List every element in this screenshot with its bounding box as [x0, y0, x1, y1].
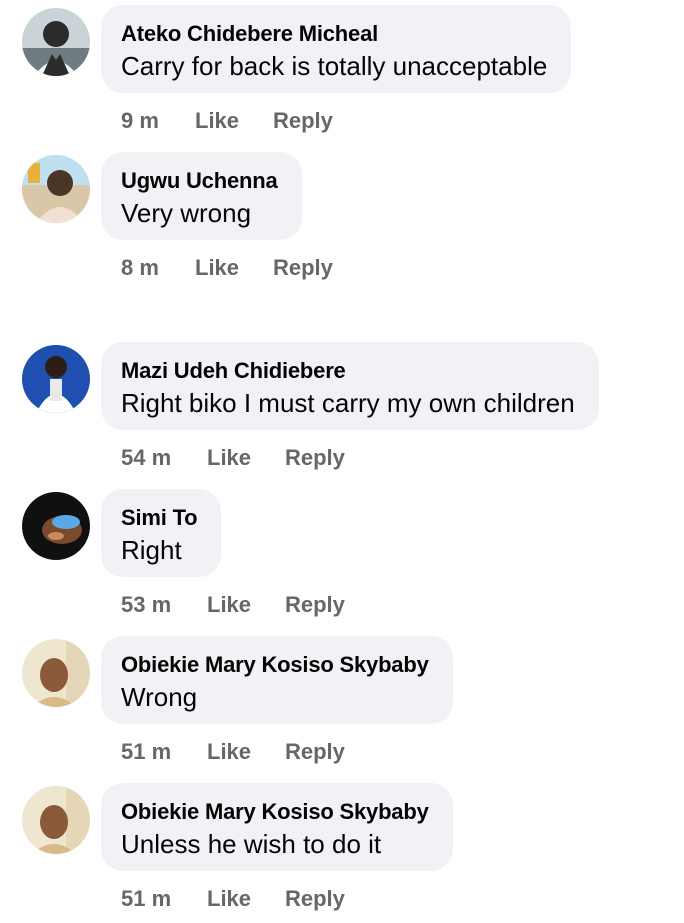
comment-time[interactable]: 54 m [121, 445, 207, 471]
comment-time[interactable]: 53 m [121, 592, 207, 618]
reply-button[interactable]: Reply [285, 739, 345, 765]
comment-text: Right biko I must carry my own children [121, 388, 575, 418]
comment-text: Very wrong [121, 198, 252, 228]
comment: Ateko Chidebere Micheal Carry for back i… [0, 5, 684, 145]
avatar-image-icon [22, 8, 90, 76]
comment-actions: 51 m Like Reply [121, 736, 345, 768]
comment-author[interactable]: Mazi Udeh Chidiebere [121, 358, 575, 384]
comment: Obiekie Mary Kosiso Skybaby Unless he wi… [0, 783, 684, 923]
comment-actions: 8 m Like Reply [121, 252, 333, 284]
comment-bubble: Simi To Right [101, 489, 222, 577]
comment-bubble: Obiekie Mary Kosiso Skybaby Unless he wi… [101, 783, 453, 871]
comment-actions: 51 m Like Reply [121, 883, 345, 915]
comment: Ugwu Uchenna Very wrong 8 m Like Reply [0, 152, 684, 292]
comment-actions: 9 m Like Reply [121, 105, 333, 137]
reply-button[interactable]: Reply [273, 108, 333, 134]
comment-time[interactable]: 51 m [121, 886, 207, 912]
comment-actions: 54 m Like Reply [121, 442, 345, 474]
like-button[interactable]: Like [207, 445, 285, 471]
avatar-image-icon [22, 639, 90, 707]
like-button[interactable]: Like [207, 592, 285, 618]
like-button[interactable]: Like [207, 739, 285, 765]
comment-author[interactable]: Obiekie Mary Kosiso Skybaby [121, 799, 429, 825]
comment-bubble: Ugwu Uchenna Very wrong [101, 152, 302, 240]
reply-button[interactable]: Reply [285, 592, 345, 618]
comment-text: Carry for back is totally unacceptable [121, 51, 548, 81]
avatar[interactable] [22, 8, 90, 76]
avatar[interactable] [22, 345, 90, 413]
comment: Obiekie Mary Kosiso Skybaby Wrong 51 m L… [0, 636, 684, 776]
comment-bubble: Obiekie Mary Kosiso Skybaby Wrong [101, 636, 453, 724]
comment-author[interactable]: Ugwu Uchenna [121, 168, 278, 194]
reply-button[interactable]: Reply [285, 445, 345, 471]
avatar[interactable] [22, 786, 90, 854]
comment-time[interactable]: 8 m [121, 255, 195, 281]
avatar[interactable] [22, 155, 90, 223]
comment-author[interactable]: Obiekie Mary Kosiso Skybaby [121, 652, 429, 678]
avatar[interactable] [22, 492, 90, 560]
reply-button[interactable]: Reply [285, 886, 345, 912]
comment: Simi To Right 53 m Like Reply [0, 489, 684, 629]
like-button[interactable]: Like [195, 255, 273, 281]
comment-text: Right [121, 535, 182, 565]
avatar-image-icon [22, 492, 90, 560]
comment-text: Wrong [121, 682, 198, 712]
comment-author[interactable]: Ateko Chidebere Micheal [121, 21, 547, 47]
comment-text: Unless he wish to do it [121, 829, 382, 859]
avatar[interactable] [22, 639, 90, 707]
comment-bubble: Mazi Udeh Chidiebere Right biko I must c… [101, 342, 599, 430]
comment-author[interactable]: Simi To [121, 505, 198, 531]
like-button[interactable]: Like [207, 886, 285, 912]
comment-time[interactable]: 51 m [121, 739, 207, 765]
comment: Mazi Udeh Chidiebere Right biko I must c… [0, 342, 684, 482]
avatar-image-icon [22, 345, 90, 413]
comment-actions: 53 m Like Reply [121, 589, 345, 621]
avatar-image-icon [22, 155, 90, 223]
like-button[interactable]: Like [195, 108, 273, 134]
comment-time[interactable]: 9 m [121, 108, 195, 134]
comment-bubble: Ateko Chidebere Micheal Carry for back i… [101, 5, 572, 93]
avatar-image-icon [22, 786, 90, 854]
reply-button[interactable]: Reply [273, 255, 333, 281]
